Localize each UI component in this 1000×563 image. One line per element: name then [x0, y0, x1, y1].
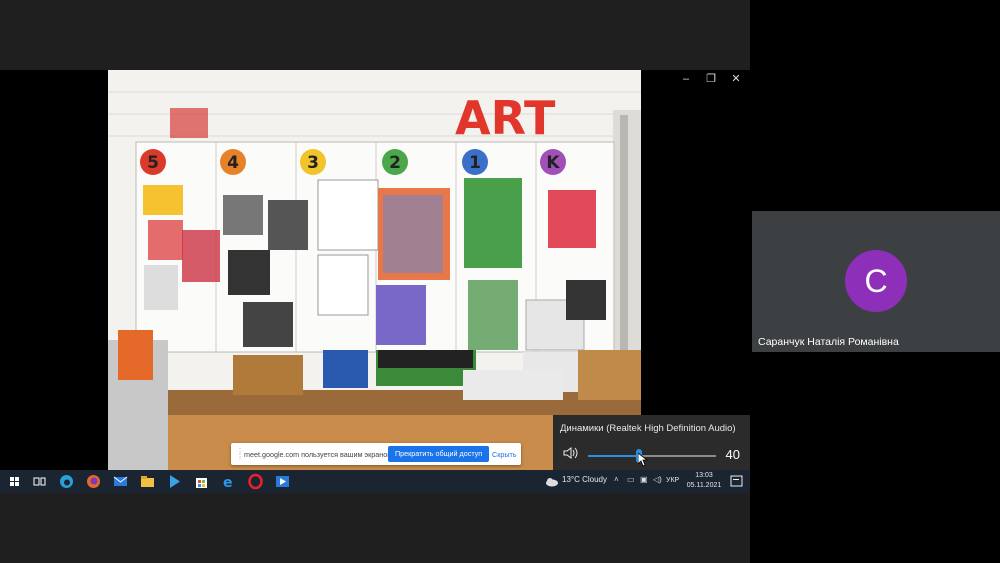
svg-text:5: 5 [147, 153, 159, 173]
clock[interactable]: 13:03 05.11.2021 [683, 471, 725, 491]
audio-device-label[interactable]: Динамики (Realtek High Definition Audio) [560, 423, 736, 434]
windows-start-icon[interactable] [6, 473, 23, 490]
art-wall-image: ART 5 4 3 2 1 K [108, 70, 641, 470]
svg-text:2: 2 [389, 153, 401, 173]
classroom-photo: ART 5 4 3 2 1 K [108, 70, 641, 470]
volume-slider[interactable] [588, 449, 716, 463]
opera-icon[interactable] [247, 473, 264, 490]
participant-avatar: С [845, 250, 907, 312]
participant-tile[interactable]: С Саранчук Наталія Романівна [752, 211, 1000, 352]
volume-slider-fill [588, 455, 640, 457]
battery-icon[interactable]: ▭ [627, 475, 635, 484]
hide-button[interactable]: Скрыть [492, 450, 517, 459]
media-player-icon[interactable] [166, 473, 183, 490]
cloud-icon [546, 478, 558, 487]
speaker-icon[interactable] [563, 446, 579, 460]
weather-label[interactable]: 13°C Cloudy [562, 475, 607, 484]
window-controls: – ❐ ✕ [676, 70, 746, 88]
edge-icon[interactable] [58, 473, 75, 490]
stop-sharing-button[interactable]: Прекратить общий доступ [388, 446, 490, 462]
svg-text:4: 4 [227, 153, 239, 173]
volume-flyout: Динамики (Realtek High Definition Audio)… [553, 415, 750, 470]
speaker-tray-icon[interactable]: ◁) [653, 475, 662, 484]
minimize-icon[interactable]: – [676, 70, 696, 88]
video-app-icon[interactable] [274, 473, 291, 490]
file-explorer-icon[interactable] [139, 473, 156, 490]
svg-text:e: e [223, 475, 233, 490]
art-letter-a: ART [455, 91, 556, 145]
clock-time: 13:03 [695, 472, 713, 479]
share-message: meet.google.com пользуется вашим экраном… [244, 450, 395, 459]
participant-name: Саранчук Наталія Романівна [758, 336, 899, 348]
network-icon[interactable]: ▣ [640, 475, 648, 484]
close-icon[interactable]: ✕ [726, 70, 746, 88]
internet-explorer-icon[interactable]: e [220, 473, 237, 490]
store-icon[interactable] [193, 473, 210, 490]
windows-taskbar: e 13°C Cloudy ˄ ▭ ▣ ◁) УКР 13:03 05.11.2… [0, 470, 750, 493]
task-view-icon[interactable] [31, 473, 48, 490]
mouse-cursor-icon [638, 453, 648, 467]
chevron-up-icon[interactable]: ˄ [614, 475, 619, 484]
mail-icon[interactable] [112, 473, 129, 490]
svg-text:1: 1 [469, 153, 481, 173]
restore-icon[interactable]: ❐ [701, 70, 721, 88]
drag-handle-icon[interactable]: ⋮ ⋮ [236, 448, 244, 461]
svg-text:3: 3 [307, 153, 319, 173]
clock-date: 05.11.2021 [686, 482, 722, 489]
screen-share-notification: ⋮ ⋮ meet.google.com пользуется вашим экра… [231, 443, 521, 465]
firefox-icon[interactable] [85, 473, 102, 490]
svg-text:K: K [546, 153, 560, 173]
volume-level: 40 [725, 447, 740, 462]
notifications-icon[interactable] [728, 473, 745, 490]
language-indicator[interactable]: УКР [666, 477, 679, 484]
